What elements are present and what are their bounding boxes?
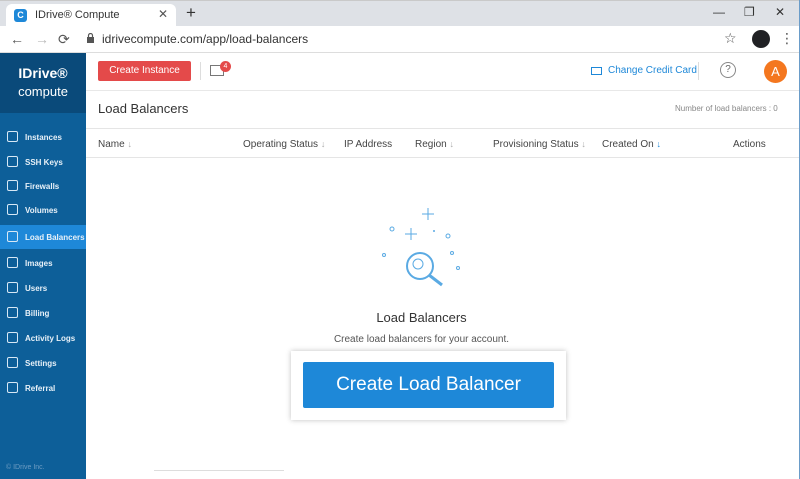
referral-icon: [7, 382, 18, 393]
logo[interactable]: IDrive® compute: [0, 53, 86, 113]
top-header: Create Instance 4 Change Credit Card ? A: [86, 53, 800, 91]
sidebar-item-volumes[interactable]: Volumes: [0, 198, 86, 222]
sidebar-item-label: Load Balancers: [25, 233, 85, 242]
lock-icon: [87, 33, 94, 43]
notification-badge: 4: [220, 61, 231, 72]
image-icon: [7, 257, 18, 268]
cta-highlight-frame: Create Load Balancer: [291, 351, 566, 420]
instances-icon: [7, 131, 18, 142]
column-header-label: Actions: [733, 139, 766, 150]
address-bar: ← → ⟳ idrivecompute.com/app/load-balance…: [0, 26, 800, 53]
help-icon[interactable]: ?: [720, 62, 736, 78]
sidebar-item-label: Settings: [25, 359, 57, 368]
copyright: © IDrive Inc.: [6, 464, 45, 471]
browser-menu-icon[interactable]: ⋮: [780, 30, 794, 47]
empty-state-title: Load Balancers: [376, 310, 467, 325]
logo-product: compute: [18, 84, 68, 99]
restore-icon[interactable]: ❐: [744, 5, 755, 19]
key-icon: [7, 156, 18, 167]
empty-state-subtitle: Create load balancers for your account.: [333, 334, 510, 345]
sidebar-item-instances[interactable]: Instances: [0, 125, 86, 149]
firewall-icon: [7, 180, 18, 191]
header-divider: [698, 62, 699, 80]
sidebar-item-label: Firewalls: [25, 182, 60, 191]
url-field[interactable]: idrivecompute.com/app/load-balancers: [102, 32, 308, 46]
user-icon: [7, 282, 18, 293]
create-instance-button[interactable]: Create Instance: [98, 61, 191, 81]
column-header-provisioning-status[interactable]: Provisioning Status ↓: [493, 139, 586, 150]
credit-card-icon: [591, 67, 602, 75]
sidebar-item-settings[interactable]: Settings: [0, 351, 86, 375]
tab-close-icon[interactable]: ✕: [158, 7, 168, 21]
sidebar-item-label: Referral: [25, 384, 56, 393]
sidebar-item-label: SSH Keys: [25, 158, 63, 167]
load-balancer-icon: [7, 231, 18, 242]
create-load-balancer-button[interactable]: Create Load Balancer: [303, 362, 554, 408]
column-header-label: Created On: [602, 139, 654, 150]
header-divider: [200, 62, 201, 80]
window-close-icon[interactable]: ✕: [775, 5, 785, 19]
sidebar-item-users[interactable]: Users: [0, 276, 86, 300]
browser-tab[interactable]: C IDrive® Compute ✕: [6, 4, 176, 27]
favicon-icon: C: [14, 9, 27, 22]
sidebar: IDrive® compute Instances SSH Keys Firewal…: [0, 53, 86, 479]
new-tab-button[interactable]: +: [186, 3, 196, 23]
avatar[interactable]: A: [764, 60, 787, 83]
column-header-name[interactable]: Name ↓: [98, 139, 132, 150]
sidebar-item-label: Instances: [25, 133, 62, 142]
column-header-actions: Actions: [733, 139, 766, 150]
sidebar-item-label: Volumes: [25, 206, 58, 215]
column-header-label: Name: [98, 139, 125, 150]
sort-arrow-icon[interactable]: ↓: [581, 139, 586, 149]
back-icon[interactable]: ←: [10, 31, 24, 47]
column-header-ip-address: IP Address: [344, 139, 392, 150]
sort-arrow-icon[interactable]: ↓: [127, 139, 132, 149]
sort-arrow-icon[interactable]: ↓: [656, 139, 661, 149]
column-header-region[interactable]: Region ↓: [415, 139, 454, 150]
settings-icon: [7, 357, 18, 368]
column-header-label: Region: [415, 139, 447, 150]
sort-arrow-icon[interactable]: ↓: [321, 139, 326, 149]
sidebar-item-ssh-keys[interactable]: SSH Keys: [0, 150, 86, 174]
sidebar-item-images[interactable]: Images: [0, 251, 86, 275]
sidebar-item-firewalls[interactable]: Firewalls: [0, 174, 86, 198]
sidebar-item-referral[interactable]: Referral: [0, 376, 86, 400]
page-title: Load Balancers: [98, 101, 189, 116]
column-header-operating-status[interactable]: Operating Status ↓: [243, 139, 325, 150]
sort-arrow-icon[interactable]: ↓: [449, 139, 454, 149]
column-header-label: Operating Status: [243, 139, 319, 150]
sidebar-item-load-balancers[interactable]: Load Balancers: [0, 225, 86, 249]
logo-brand: IDrive®: [18, 65, 68, 81]
sidebar-item-label: Users: [25, 284, 48, 293]
change-credit-card-link[interactable]: Change Credit Card: [608, 65, 697, 76]
sidebar-item-label: Images: [25, 259, 53, 268]
browser-tabbar: C IDrive® Compute ✕ + — ❐ ✕: [0, 0, 800, 27]
forward-icon[interactable]: →: [35, 31, 49, 47]
minimize-icon[interactable]: —: [713, 5, 725, 19]
tab-title: IDrive® Compute: [35, 9, 120, 21]
reload-icon[interactable]: ⟳: [58, 31, 70, 48]
column-header-created-on[interactable]: Created On ↓: [602, 139, 661, 150]
bookmark-star-icon[interactable]: ☆: [724, 30, 737, 47]
column-header-label: IP Address: [344, 139, 393, 150]
browser-profile-icon[interactable]: [752, 30, 770, 48]
volume-icon: [7, 204, 18, 215]
divider: [154, 470, 284, 471]
magnifier-key-icon: [382, 208, 460, 287]
load-balancer-count: Number of load balancers : 0: [675, 104, 778, 113]
table-header: Name ↓ Operating Status ↓ IP Address Region…: [86, 128, 800, 158]
column-header-label: Provisioning Status: [493, 139, 579, 150]
